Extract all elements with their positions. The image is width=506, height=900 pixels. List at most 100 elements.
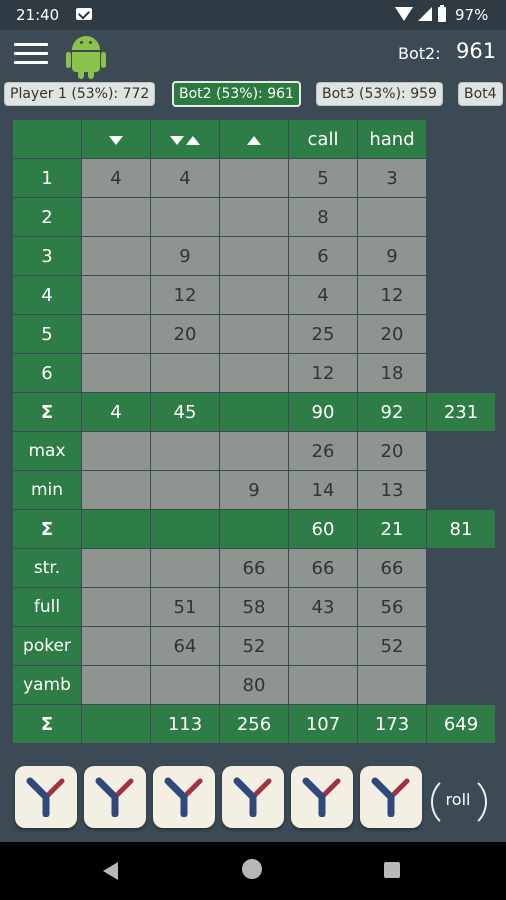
table-row: 6 12 18 [12, 353, 496, 393]
score-cell[interactable]: 66 [288, 548, 358, 588]
col-call: call [288, 119, 358, 159]
col-up [219, 119, 289, 159]
die[interactable] [15, 766, 77, 828]
score-cell[interactable]: 64 [150, 626, 220, 666]
recents-icon[interactable] [384, 862, 400, 878]
score-cell[interactable] [81, 431, 151, 471]
row-label: yamb [12, 665, 82, 705]
score-cell[interactable]: 20 [357, 314, 427, 354]
score-cell[interactable]: 13 [357, 470, 427, 510]
score-cell[interactable] [288, 665, 358, 705]
score-cell[interactable]: 25 [288, 314, 358, 354]
sum-cell [81, 509, 151, 549]
tab-bot2[interactable]: Bot2 (53%): 961 [172, 81, 301, 107]
score-cell[interactable]: 26 [288, 431, 358, 471]
score-cell[interactable]: 4 [81, 158, 151, 198]
score-cell[interactable]: 51 [150, 587, 220, 627]
sum-cell: 4 [81, 392, 151, 432]
score-cell[interactable] [150, 197, 220, 237]
up-arrow-icon [247, 135, 261, 145]
menu-icon[interactable] [14, 43, 48, 67]
score-cell[interactable]: 9 [219, 470, 289, 510]
score-cell[interactable] [81, 587, 151, 627]
score-cell[interactable] [81, 665, 151, 705]
die[interactable] [360, 766, 422, 828]
sum-cell [219, 509, 289, 549]
roll-button[interactable]: roll [429, 772, 489, 832]
die[interactable] [84, 766, 146, 828]
score-cell[interactable]: 12 [357, 275, 427, 315]
signal-icon [418, 7, 432, 21]
score-cell[interactable]: 8 [288, 197, 358, 237]
score-cell[interactable] [81, 353, 151, 393]
score-cell[interactable]: 80 [219, 665, 289, 705]
die[interactable] [222, 766, 284, 828]
score-cell[interactable]: 58 [219, 587, 289, 627]
score-cell[interactable]: 4 [288, 275, 358, 315]
wifi-icon [395, 7, 413, 21]
score-cell[interactable]: 52 [219, 626, 289, 666]
score-cell[interactable] [150, 431, 220, 471]
home-icon[interactable] [242, 859, 262, 879]
score-cell[interactable]: 66 [219, 548, 289, 588]
sum-cell: 60 [288, 509, 358, 549]
down-arrow-icon [109, 135, 123, 145]
score-cell[interactable]: 6 [288, 236, 358, 276]
score-cell[interactable] [150, 470, 220, 510]
score-cell[interactable]: 52 [357, 626, 427, 666]
score-cell[interactable]: 43 [288, 587, 358, 627]
sum-cell: 21 [357, 509, 427, 549]
score-cell[interactable]: 12 [150, 275, 220, 315]
score-cell[interactable] [81, 197, 151, 237]
battery-percent: 97% [455, 6, 489, 24]
table-row: max 26 20 [12, 431, 496, 471]
score-cell[interactable]: 56 [357, 587, 427, 627]
sum-cell: 107 [288, 704, 358, 744]
score-cell[interactable] [357, 665, 427, 705]
score-cell[interactable] [219, 431, 289, 471]
score-cell[interactable] [219, 314, 289, 354]
score-cell[interactable]: 4 [150, 158, 220, 198]
score-cell[interactable] [288, 626, 358, 666]
score-cell[interactable] [81, 470, 151, 510]
tab-bot4[interactable]: Bot4 [458, 82, 503, 106]
tab-player-1[interactable]: Player 1 (53%): 772 [4, 82, 156, 106]
score-cell[interactable] [81, 626, 151, 666]
score-cell[interactable]: 12 [288, 353, 358, 393]
sigma-icon: Σ [12, 509, 82, 549]
score-cell[interactable]: 5 [288, 158, 358, 198]
score-cell[interactable]: 18 [357, 353, 427, 393]
score-cell[interactable]: 20 [150, 314, 220, 354]
col-hand: hand [357, 119, 427, 159]
score-cell[interactable] [150, 548, 220, 588]
yamb-y-icon [95, 777, 134, 817]
score-cell[interactable]: 66 [357, 548, 427, 588]
score-cell[interactable] [219, 197, 289, 237]
score-cell[interactable] [219, 236, 289, 276]
score-cell[interactable] [81, 314, 151, 354]
tab-bot3[interactable]: Bot3 (53%): 959 [316, 82, 443, 106]
yamb-y-icon [164, 777, 203, 817]
score-cell[interactable] [81, 275, 151, 315]
score-cell[interactable] [219, 275, 289, 315]
score-cell[interactable]: 3 [357, 158, 427, 198]
score-cell[interactable] [150, 353, 220, 393]
score-cell[interactable] [219, 158, 289, 198]
score-cell[interactable] [219, 353, 289, 393]
back-icon[interactable] [103, 862, 118, 880]
score-cell[interactable] [81, 548, 151, 588]
header-row: call hand [12, 119, 496, 159]
sum-cell: 90 [288, 392, 358, 432]
table-row: yamb 80 [12, 665, 496, 705]
die[interactable] [291, 766, 353, 828]
die[interactable] [153, 766, 215, 828]
score-cell[interactable] [150, 665, 220, 705]
score-cell[interactable]: 9 [150, 236, 220, 276]
row-label: min [12, 470, 82, 510]
score-cell[interactable] [357, 197, 427, 237]
score-cell[interactable] [81, 236, 151, 276]
score-cell[interactable]: 14 [288, 470, 358, 510]
score-cell[interactable]: 9 [357, 236, 427, 276]
score-cell[interactable]: 20 [357, 431, 427, 471]
sum-cell [150, 509, 220, 549]
